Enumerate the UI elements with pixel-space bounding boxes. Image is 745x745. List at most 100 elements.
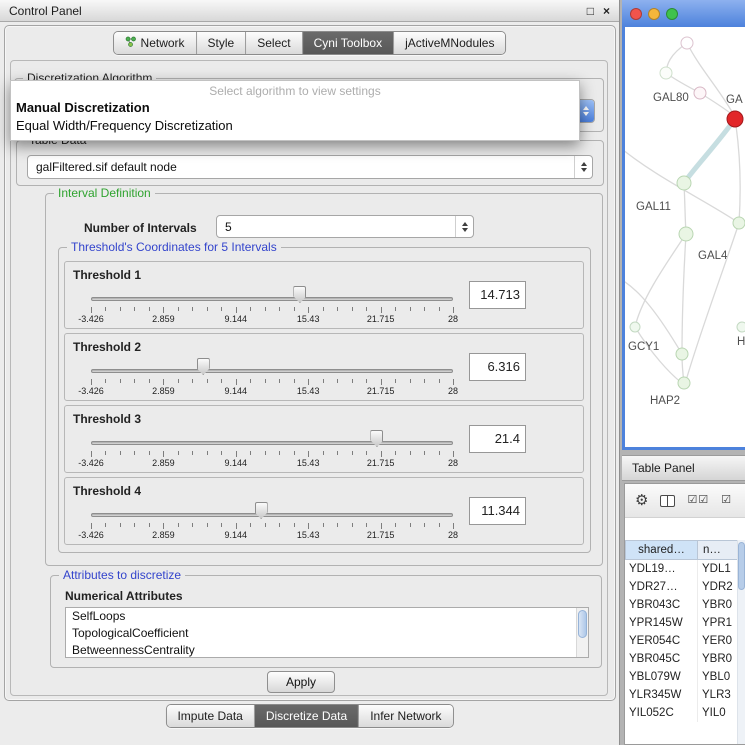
- slider-track[interactable]: [91, 297, 453, 301]
- threshold-value-field[interactable]: 6.316: [469, 353, 526, 381]
- table-row[interactable]: YDR27…YDR2: [625, 578, 745, 596]
- slider-track[interactable]: [91, 513, 453, 517]
- table-row[interactable]: YDL19…YDL1: [625, 560, 745, 578]
- tick-mark: [352, 523, 353, 527]
- threshold-slider[interactable]: -3.4262.8599.14415.4321.71528: [91, 334, 453, 400]
- network-edge[interactable]: [635, 234, 686, 327]
- threshold-value-field[interactable]: 21.4: [469, 425, 526, 453]
- tick-mark: [424, 307, 425, 311]
- tick-mark: [439, 307, 440, 311]
- network-node[interactable]: [733, 217, 745, 229]
- apply-button[interactable]: Apply: [267, 671, 335, 693]
- node-label: HAP2: [650, 395, 680, 407]
- tick-mark: [221, 451, 222, 455]
- scrollbar-thumb[interactable]: [578, 610, 587, 638]
- gear-icon[interactable]: ⚙: [635, 493, 648, 508]
- table-row[interactable]: YIL052CYIL0: [625, 704, 745, 722]
- network-node[interactable]: [630, 322, 640, 332]
- network-window-titlebar[interactable]: [622, 0, 745, 27]
- table-scrollbar-thumb[interactable]: [738, 542, 745, 590]
- num-intervals-select[interactable]: 5: [216, 215, 474, 238]
- tick-mark: [439, 451, 440, 455]
- network-node[interactable]: [679, 227, 693, 241]
- tab-select[interactable]: Select: [245, 32, 301, 54]
- tick-mark: [207, 523, 208, 527]
- network-edge[interactable]: [735, 119, 740, 223]
- threshold-slider[interactable]: -3.4262.8599.14415.4321.71528: [91, 478, 453, 544]
- tab-impute-data[interactable]: Impute Data: [166, 705, 253, 727]
- network-node[interactable]: [737, 322, 745, 332]
- tick-mark: [424, 523, 425, 527]
- tab-label: Style: [208, 36, 235, 50]
- table-row[interactable]: YBR045CYBR0: [625, 650, 745, 668]
- tab-jactivemnodules[interactable]: jActiveMNodules: [393, 32, 505, 54]
- close-button[interactable]: [630, 8, 642, 20]
- network-node[interactable]: [678, 377, 690, 389]
- slider-track[interactable]: [91, 369, 453, 373]
- network-canvas[interactable]: GAL80GAGAL11GAL4GCY1HAP2H: [625, 27, 745, 447]
- split-columns-icon[interactable]: [660, 495, 675, 507]
- table-row[interactable]: YER054CYER0: [625, 632, 745, 650]
- column-header[interactable]: shared…: [625, 540, 698, 560]
- network-graph[interactable]: GAL80GAGAL11GAL4GCY1HAP2H: [625, 27, 745, 447]
- list-scrollbar[interactable]: [576, 608, 588, 657]
- table-row[interactable]: YPR145WYPR1: [625, 614, 745, 632]
- scale-label: 21.715: [367, 458, 395, 468]
- table-scrollbar[interactable]: [737, 540, 745, 744]
- tick-mark: [323, 523, 324, 527]
- tick-mark: [236, 523, 237, 529]
- tick-mark: [381, 307, 382, 313]
- table-row[interactable]: YBL079WYBL0: [625, 668, 745, 686]
- table-data-select[interactable]: galFiltered.sif default node: [27, 155, 593, 179]
- tab-infer-network[interactable]: Infer Network: [358, 705, 452, 727]
- tab-network[interactable]: Network: [114, 32, 196, 54]
- algorithm-option[interactable]: Manual Discretization: [11, 99, 579, 117]
- attribute-item[interactable]: TopologicalCoefficient: [66, 625, 588, 642]
- tick-mark: [149, 523, 150, 527]
- network-edge[interactable]: [685, 223, 739, 384]
- network-edge[interactable]: [682, 234, 686, 354]
- attribute-item[interactable]: BetweennessCentrality: [66, 642, 588, 658]
- table-cell: YPR1: [698, 614, 732, 632]
- tick-mark: [265, 307, 266, 311]
- algorithm-option[interactable]: Equal Width/Frequency Discretization: [11, 117, 579, 135]
- network-edge[interactable]: [684, 119, 735, 183]
- threshold-slider[interactable]: -3.4262.8599.14415.4321.71528: [91, 262, 453, 328]
- show-columns-icon[interactable]: ☑☑: [687, 495, 709, 506]
- tab-style[interactable]: Style: [196, 32, 246, 54]
- network-node[interactable]: [676, 348, 688, 360]
- slider-track[interactable]: [91, 441, 453, 445]
- threshold-value-field[interactable]: 11.344: [469, 497, 526, 525]
- tick-mark: [410, 451, 411, 455]
- tab-label: Infer Network: [370, 709, 441, 723]
- network-node[interactable]: [694, 87, 706, 99]
- zoom-button[interactable]: [666, 8, 678, 20]
- attribute-item[interactable]: SelfLoops: [66, 608, 588, 625]
- tick-mark: [366, 379, 367, 383]
- tick-mark: [265, 379, 266, 383]
- close-window-icon[interactable]: ×: [603, 5, 610, 17]
- network-node[interactable]: [677, 176, 691, 190]
- tab-discretize-data[interactable]: Discretize Data: [254, 705, 358, 727]
- network-view-window: GAL80GAGAL11GAL4GCY1HAP2H: [622, 0, 745, 450]
- scale-label: 15.43: [297, 530, 320, 540]
- float-window-icon[interactable]: □: [587, 5, 594, 17]
- table-row[interactable]: YLR345WYLR3: [625, 686, 745, 704]
- tick-mark: [207, 379, 208, 383]
- tab-cyni-toolbox[interactable]: Cyni Toolbox: [302, 32, 393, 54]
- algorithm-dropdown-popup: Select algorithm to view settings Manual…: [10, 80, 580, 141]
- numerical-attributes-label: Numerical Attributes: [65, 589, 183, 603]
- network-node[interactable]: [660, 67, 672, 79]
- tick-mark: [395, 307, 396, 311]
- tick-mark: [105, 379, 106, 383]
- threshold-value-field[interactable]: 14.713: [469, 281, 526, 309]
- minimize-button[interactable]: [648, 8, 660, 20]
- tick-mark: [120, 451, 121, 455]
- select-rows-icon[interactable]: ☑: [721, 495, 732, 506]
- network-node[interactable]: [681, 37, 693, 49]
- network-node[interactable]: [727, 111, 743, 127]
- table-cell: YER0: [698, 632, 732, 650]
- threshold-slider[interactable]: -3.4262.8599.14415.4321.71528: [91, 406, 453, 472]
- thresholds-container: Threshold 1-3.4262.8599.14415.4321.71528…: [64, 261, 585, 549]
- table-row[interactable]: YBR043CYBR0: [625, 596, 745, 614]
